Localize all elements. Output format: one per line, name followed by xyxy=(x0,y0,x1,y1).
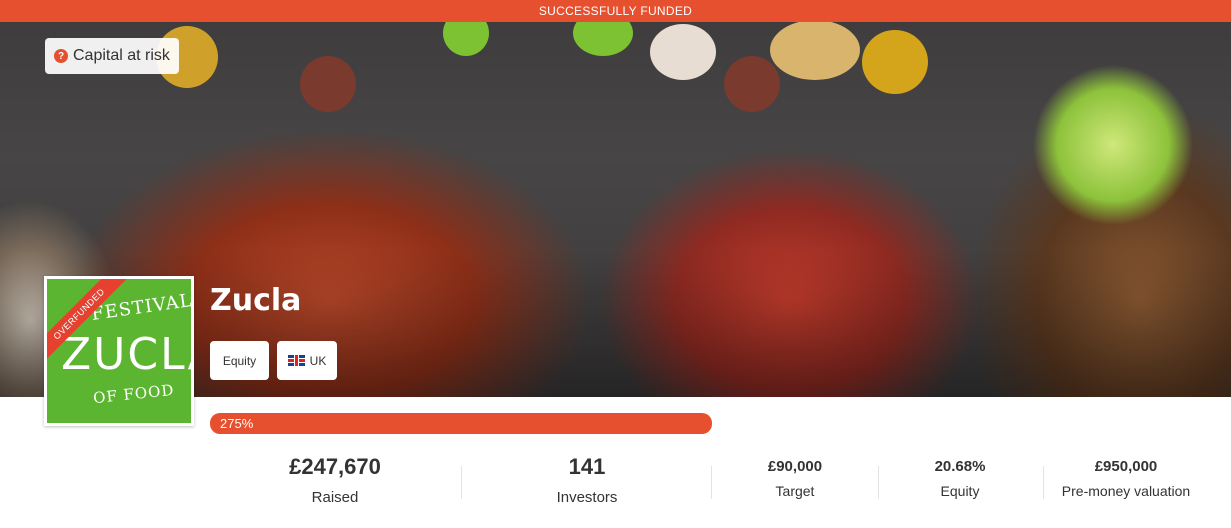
ginger-decoration xyxy=(770,20,860,80)
funding-progress-label: 275% xyxy=(220,416,254,431)
spice-bowl-decoration xyxy=(724,56,780,112)
raised-value: £247,670 xyxy=(289,454,381,479)
equity-tag-label: Equity xyxy=(222,353,257,368)
spice-bowl-decoration xyxy=(300,56,356,112)
investors-stat: 141 Investors xyxy=(487,454,687,506)
raised-label: Raised xyxy=(311,489,359,506)
equity-stat: 20.68% Equity xyxy=(900,458,1020,499)
stat-divider xyxy=(461,466,462,499)
country-tag: UK xyxy=(277,341,337,380)
equity-tag: Equity xyxy=(210,341,269,380)
investors-label: Investors xyxy=(556,489,618,506)
valuation-label: Pre-money valuation xyxy=(1061,483,1191,499)
funding-status-banner: Successfully funded xyxy=(0,0,1231,22)
target-label: Target xyxy=(775,483,815,499)
uk-flag-icon xyxy=(287,355,305,366)
company-name: Zucla xyxy=(210,283,302,318)
question-icon: ? xyxy=(54,49,68,63)
logo-text-bottom: OF FOOD xyxy=(92,380,176,408)
valuation-stat: £950,000 Pre-money valuation xyxy=(1046,458,1206,499)
logo-image: FESTIVAL ZUCLA OF FOOD Overfunded xyxy=(47,279,191,423)
logo-text-main: ZUCLA xyxy=(61,329,191,380)
funding-status-text: Successfully funded xyxy=(538,4,693,18)
capital-at-risk-button[interactable]: ? Capital at risk xyxy=(45,38,179,74)
capital-at-risk-label: Capital at risk xyxy=(73,47,170,64)
stat-divider xyxy=(711,466,712,499)
investors-value: 141 xyxy=(568,454,606,479)
company-logo: FESTIVAL ZUCLA OF FOOD Overfunded xyxy=(44,276,194,426)
valuation-value: £950,000 xyxy=(1094,458,1158,475)
country-tag-label: UK xyxy=(309,353,327,368)
target-stat: £90,000 Target xyxy=(735,458,855,499)
stat-divider xyxy=(878,466,879,499)
funding-progress-bar: 275% xyxy=(210,413,712,434)
equity-value: 20.68% xyxy=(934,458,986,475)
target-value: £90,000 xyxy=(767,458,823,475)
oil-decoration xyxy=(862,30,928,94)
stat-divider xyxy=(1043,466,1044,499)
equity-label: Equity xyxy=(940,483,980,499)
raised-stat: £247,670 Raised xyxy=(235,454,435,506)
garlic-decoration xyxy=(650,24,716,80)
